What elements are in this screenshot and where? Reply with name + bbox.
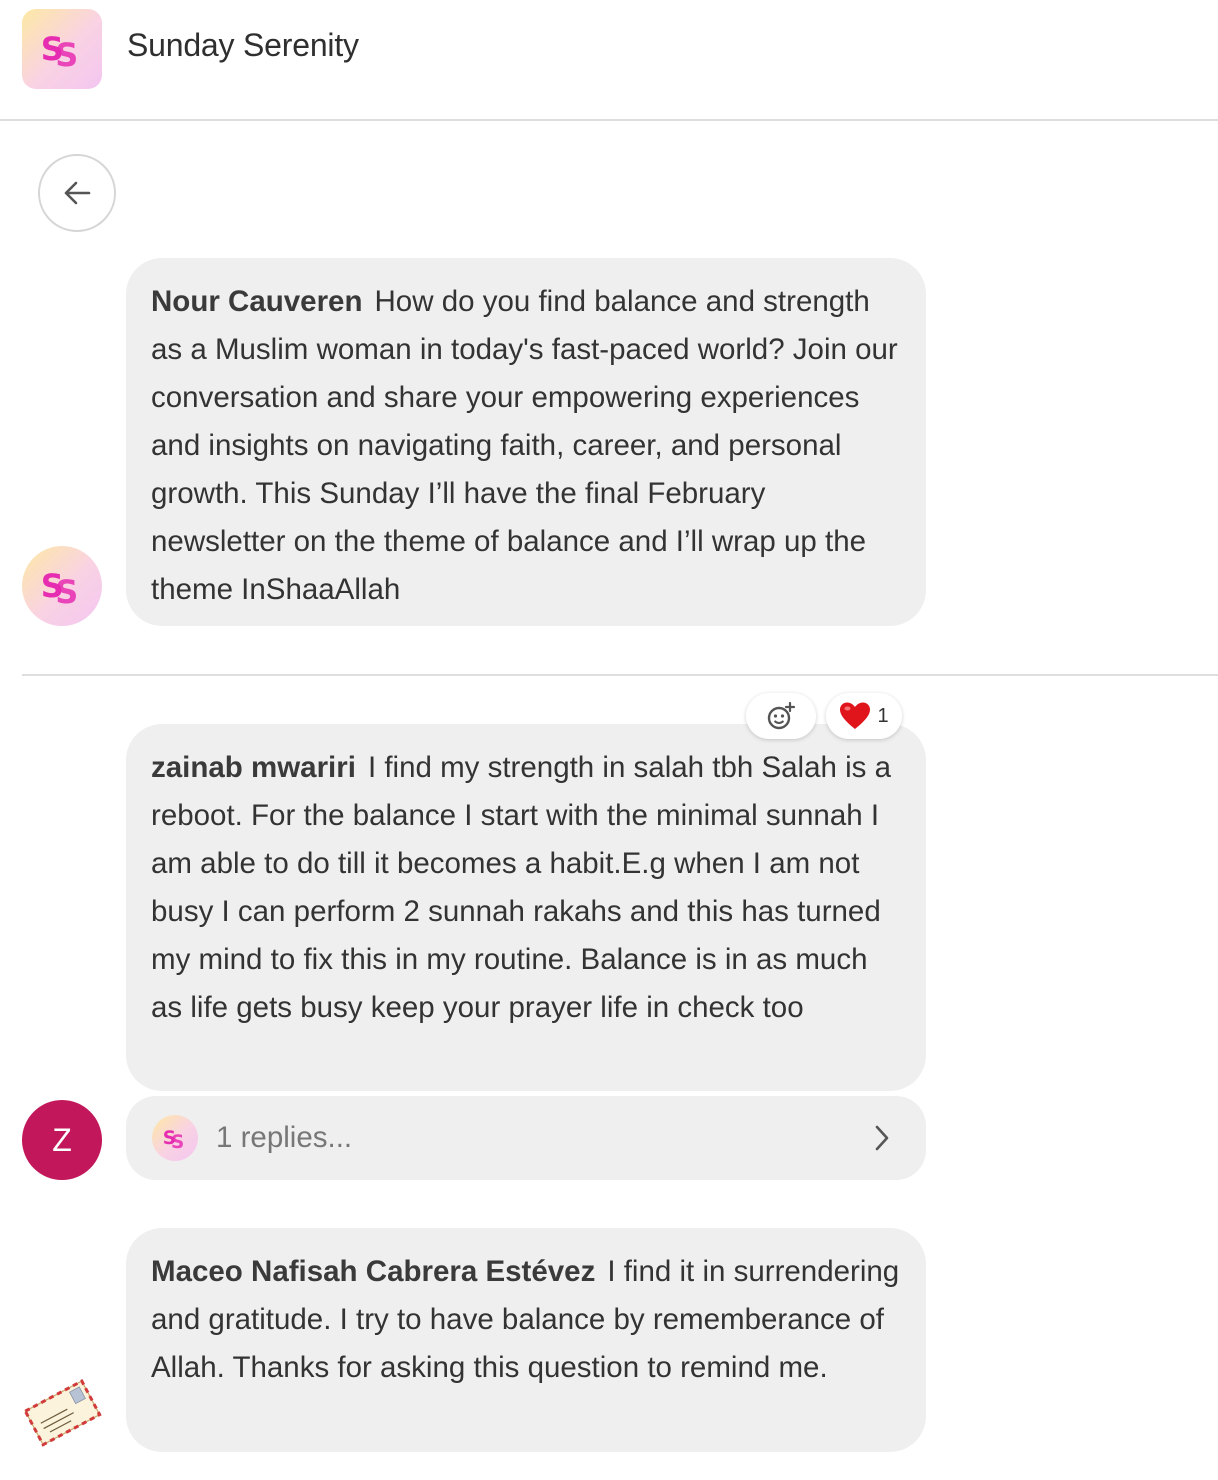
add-reaction-icon	[767, 701, 796, 730]
message-text: How do you find balance and strength as …	[151, 285, 898, 606]
message-bubble[interactable]: Nour Cauveren How do you find balance and…	[126, 258, 926, 626]
chevron-right-icon	[875, 1125, 889, 1151]
app-title[interactable]: Sunday Serenity	[127, 27, 359, 64]
message-bubble[interactable]: zainab mwariri I find my strength in sala…	[126, 724, 926, 1091]
message-text: I find my strength in salah tbh Salah is…	[151, 751, 892, 1024]
avatar[interactable]: Z	[22, 1100, 102, 1180]
heart-reaction[interactable]: 1	[826, 693, 902, 739]
svg-text:S: S	[56, 574, 79, 612]
avatar[interactable]	[22, 1372, 102, 1452]
envelope-stamp-icon	[23, 1379, 102, 1447]
author-name[interactable]: zainab mwariri	[151, 751, 356, 784]
back-button[interactable]	[38, 154, 116, 232]
add-reaction-button[interactable]	[746, 693, 816, 739]
author-name[interactable]: Nour Cauveren	[151, 285, 362, 318]
ss-logo-icon: SS	[22, 9, 102, 89]
ss-logo-icon: SS	[152, 1115, 198, 1161]
author-name[interactable]: Maceo Nafisah Cabrera Estévez	[151, 1255, 595, 1288]
ss-logo-icon: SS	[41, 567, 79, 612]
message-bubble[interactable]: Maceo Nafisah Cabrera Estévez I find it i…	[126, 1228, 926, 1452]
app-header: SS Sunday Serenity	[0, 0, 1218, 121]
heart-icon	[840, 702, 871, 729]
avatar[interactable]: SS	[22, 546, 102, 626]
reaction-count: 1	[877, 704, 889, 727]
avatar-letter: Z	[52, 1121, 72, 1158]
arrow-left-icon	[64, 181, 91, 205]
replies-button[interactable]: SS 1 replies...	[126, 1096, 926, 1180]
svg-text:S: S	[56, 37, 79, 75]
svg-text:S: S	[171, 1132, 184, 1153]
replies-label: 1 replies...	[216, 1121, 353, 1154]
divider	[22, 674, 1218, 676]
